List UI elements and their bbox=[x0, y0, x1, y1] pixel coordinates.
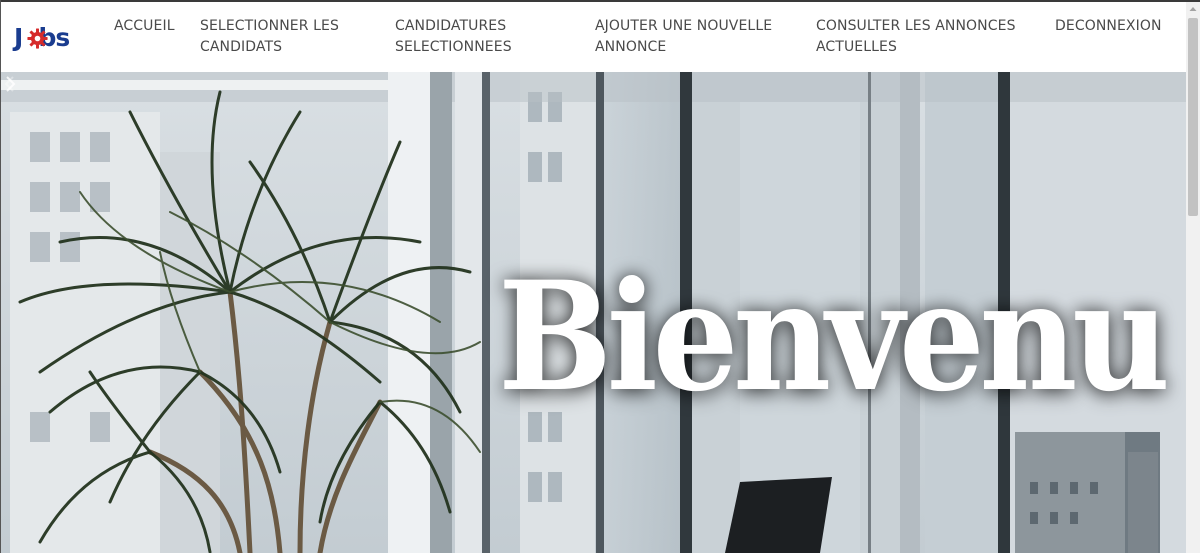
nav-candidatures-label-2: SELECTIONNEES bbox=[395, 39, 512, 55]
nav-ajouter-label-2: ANNONCE bbox=[595, 39, 667, 55]
logo[interactable]: Jobs bbox=[14, 20, 84, 56]
nav-ajouter-annonce[interactable]: AJOUTER UNE NOUVELLE ANNONCE bbox=[595, 16, 772, 58]
triangle-up-icon[interactable] bbox=[1186, 2, 1200, 16]
nav-ajouter-label-1: AJOUTER UNE NOUVELLE bbox=[595, 18, 773, 34]
nav-consulter-label-1: CONSULTER LES ANNONCES bbox=[816, 18, 1016, 34]
gear-icon bbox=[27, 28, 48, 49]
nav-selectionner-label-2: CANDIDATS bbox=[200, 39, 283, 55]
nav-deconnexion[interactable]: DECONNEXION bbox=[1055, 16, 1162, 37]
chevron-right-icon[interactable] bbox=[0, 72, 20, 96]
scrollbar-thumb[interactable] bbox=[1188, 18, 1198, 216]
vertical-scrollbar[interactable] bbox=[1186, 2, 1200, 553]
nav-consulter-annonces[interactable]: CONSULTER LES ANNONCES ACTUELLES bbox=[816, 16, 1016, 58]
nav-accueil-label: ACCUEIL bbox=[114, 18, 175, 34]
hero-carousel: Bienvenu bbox=[0, 72, 1186, 553]
nav-selectionner-label-1: SELECTIONNER LES bbox=[200, 18, 339, 34]
nav-candidatures-selectionnees[interactable]: CANDIDATURES SELECTIONNEES bbox=[395, 16, 512, 58]
navbar: Jobs ACCUEIL SELECTIONNER LES CANDIDATS … bbox=[0, 2, 1186, 72]
nav-accueil[interactable]: ACCUEIL bbox=[114, 16, 175, 37]
nav-consulter-label-2: ACTUELLES bbox=[816, 39, 897, 55]
nav-candidatures-label-1: CANDIDATURES bbox=[395, 18, 507, 34]
nav-deconnexion-label: DECONNEXION bbox=[1055, 18, 1162, 34]
nav-selectionner-candidats[interactable]: SELECTIONNER LES CANDIDATS bbox=[200, 16, 339, 58]
window-left-border bbox=[0, 0, 1, 553]
hero-title: Bienvenu bbox=[498, 249, 1170, 425]
